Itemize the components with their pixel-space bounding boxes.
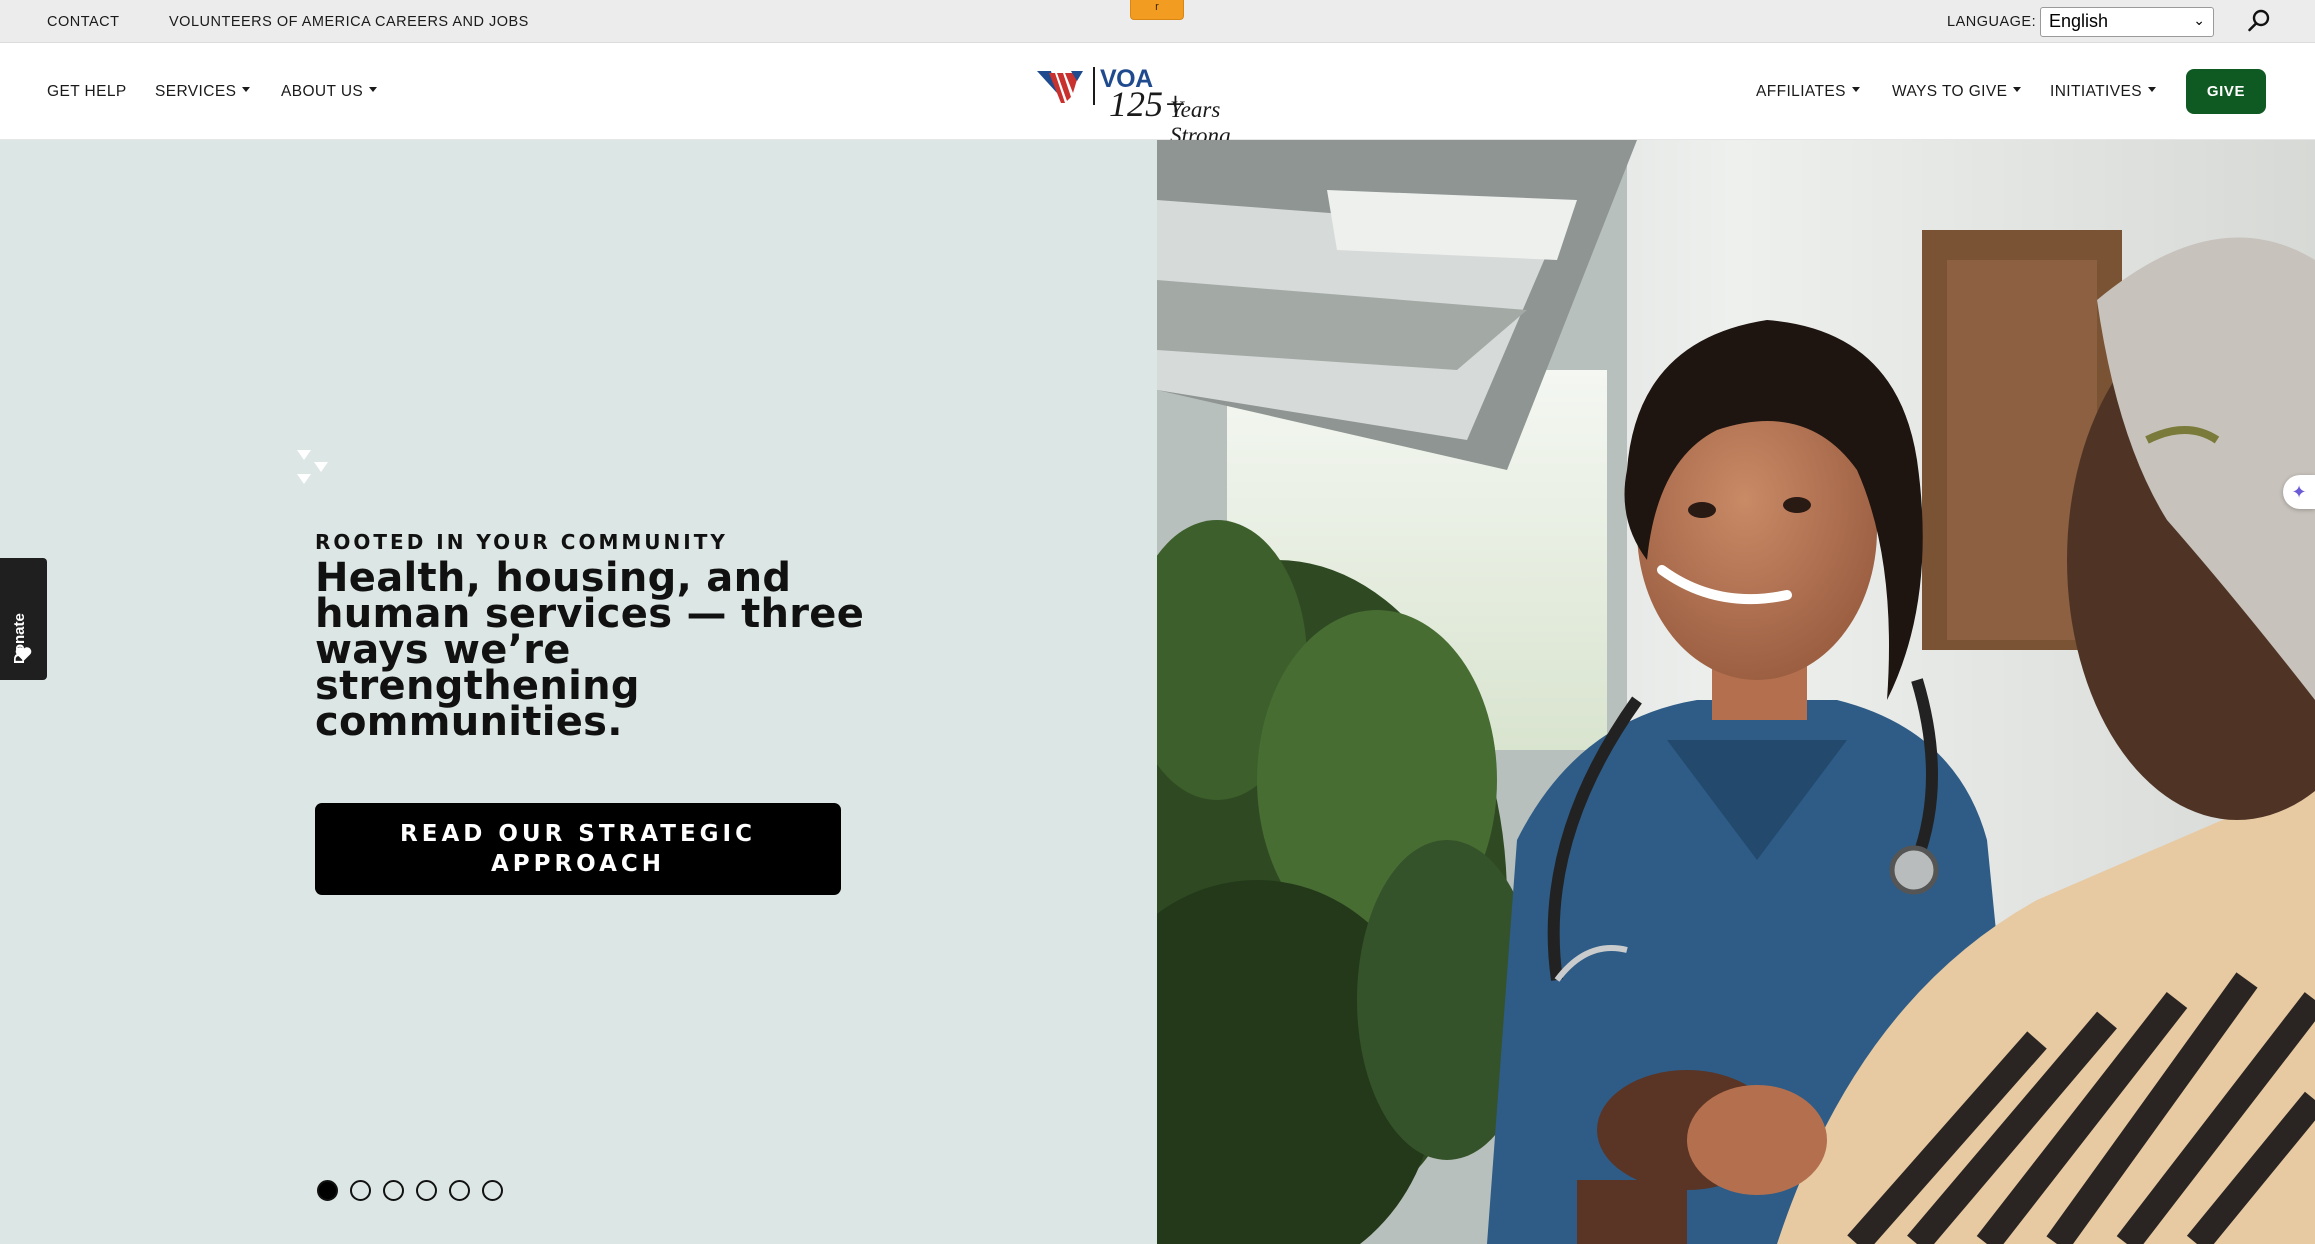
donate-label: Donate: [11, 613, 28, 664]
site-logo[interactable]: VOA 125+ Years Strong: [1035, 61, 1280, 148]
nav-services-label: SERVICES: [155, 83, 237, 100]
language-select[interactable]: English ⌄: [2040, 7, 2214, 37]
language-label: LANGUAGE:: [1947, 14, 2037, 30]
chevron-down-icon: ⌄: [2193, 12, 2205, 28]
nav-ways-to-give-label: WAYS TO GIVE: [1892, 83, 2008, 100]
voa-chevron-mark-icon: [297, 450, 328, 484]
main-nav: GET HELP SERVICES ABOUT US VOA 125+ Year…: [0, 43, 2315, 148]
hero-heading: Health, housing, and human services — th…: [315, 555, 865, 745]
nav-initiatives[interactable]: INITIATIVES: [2050, 83, 2156, 101]
chevron-down-icon: [1851, 87, 1860, 93]
carousel-dot-4[interactable]: [416, 1180, 437, 1201]
chevron-down-icon: [369, 87, 378, 93]
nav-about-us-label: ABOUT US: [281, 83, 364, 100]
nav-affiliates-label: AFFILIATES: [1756, 83, 1846, 100]
chevron-down-icon: [2147, 87, 2156, 93]
ai-sparkle-icon: ✦: [2291, 481, 2307, 502]
carousel-dot-2[interactable]: [350, 1180, 371, 1201]
carousel-dots: [317, 1180, 503, 1201]
flag-logo-icon: [1037, 71, 1083, 103]
careers-link[interactable]: VOLUNTEERS OF AMERICA CAREERS AND JOBS: [169, 14, 529, 30]
nav-get-help[interactable]: GET HELP: [47, 83, 127, 101]
feedback-tab[interactable]: r: [1130, 0, 1184, 20]
hero-eyebrow: ROOTED IN YOUR COMMUNITY: [315, 530, 728, 554]
carousel-dot-1[interactable]: [317, 1180, 338, 1201]
ai-assistant-button[interactable]: ✦: [2283, 475, 2315, 509]
nav-get-help-label: GET HELP: [47, 83, 127, 100]
language-value: English: [2049, 11, 2109, 31]
carousel-dot-3[interactable]: [383, 1180, 404, 1201]
hero-photo: [1157, 140, 2315, 1244]
nav-initiatives-label: INITIATIVES: [2050, 83, 2142, 100]
carousel-dot-6[interactable]: [482, 1180, 503, 1201]
search-icon[interactable]: [2246, 8, 2272, 34]
strategic-approach-button[interactable]: READ OUR STRATEGIC APPROACH: [315, 803, 841, 895]
nav-ways-to-give[interactable]: WAYS TO GIVE: [1892, 83, 2022, 101]
utility-bar: CONTACT VOLUNTEERS OF AMERICA CAREERS AN…: [0, 0, 2315, 43]
nav-services[interactable]: SERVICES: [155, 83, 251, 101]
chevron-down-icon: [242, 87, 251, 93]
nav-affiliates[interactable]: AFFILIATES: [1756, 83, 1860, 101]
carousel-dot-5[interactable]: [449, 1180, 470, 1201]
logo-divider: [1093, 67, 1095, 105]
nurse-with-patient-photo: [1157, 140, 2315, 1244]
chevron-down-icon: [2013, 87, 2022, 93]
nav-about-us[interactable]: ABOUT US: [281, 83, 378, 101]
donate-side-button[interactable]: Donate: [0, 558, 47, 680]
contact-link[interactable]: CONTACT: [47, 14, 120, 30]
give-button[interactable]: GIVE: [2186, 69, 2266, 114]
